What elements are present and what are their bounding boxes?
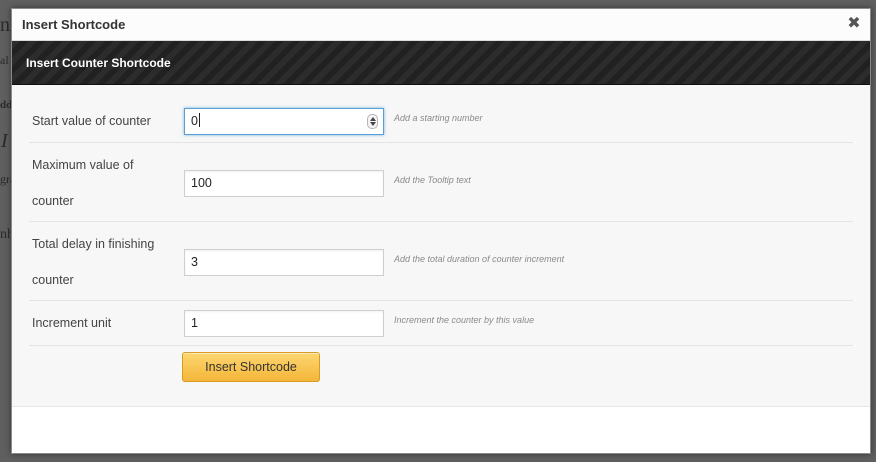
increment-unit-hint: Increment the counter by this value <box>394 315 535 325</box>
max-value-hint: Add the Tooltip text <box>394 175 471 185</box>
spin-down-icon[interactable] <box>370 122 376 126</box>
insert-shortcode-button[interactable]: Insert Shortcode <box>182 352 320 382</box>
spin-up-icon[interactable] <box>370 117 376 121</box>
total-delay-label: Total delay in finishing counter <box>32 237 155 287</box>
form-row-total-delay: Total delay in finishing counter 3 Add t… <box>29 222 853 301</box>
form-row-start-value: Start value of counter 0 Add a starting … <box>29 85 853 143</box>
start-value-label: Start value of counter <box>32 114 151 128</box>
number-spinner[interactable] <box>367 114 378 129</box>
start-value-hint: Add a starting number <box>394 113 483 123</box>
total-delay-text: 3 <box>191 255 198 269</box>
dialog-titlebar: Insert Shortcode ✖ <box>12 9 870 41</box>
dialog-title: Insert Shortcode <box>22 17 126 32</box>
total-delay-hint: Add the total duration of counter increm… <box>394 254 565 264</box>
insert-shortcode-dialog: Insert Shortcode ✖ Insert Counter Shortc… <box>11 8 871 454</box>
form-row-max-value: Maximum value of counter 100 Add the Too… <box>29 143 853 222</box>
close-icon[interactable]: ✖ <box>846 15 862 33</box>
start-value-text: 0 <box>191 114 198 128</box>
counter-form: Start value of counter 0 Add a starting … <box>12 85 870 407</box>
text-caret <box>198 113 200 127</box>
max-value-label: Maximum value of counter <box>32 158 134 208</box>
total-delay-input[interactable]: 3 <box>184 249 384 276</box>
panel-title: Insert Counter Shortcode <box>26 56 171 70</box>
bg-fragment: I <box>1 130 8 152</box>
form-row-increment-unit: Increment unit 1 Increment the counter b… <box>29 301 853 346</box>
max-value-input[interactable]: 100 <box>184 170 384 197</box>
increment-unit-label: Increment unit <box>32 316 112 330</box>
panel-header: Insert Counter Shortcode <box>12 41 870 85</box>
start-value-input[interactable]: 0 <box>184 108 384 135</box>
increment-unit-text: 1 <box>191 316 198 330</box>
max-value-text: 100 <box>191 176 212 190</box>
increment-unit-input[interactable]: 1 <box>184 310 384 337</box>
bg-fragment: al <box>0 53 9 67</box>
